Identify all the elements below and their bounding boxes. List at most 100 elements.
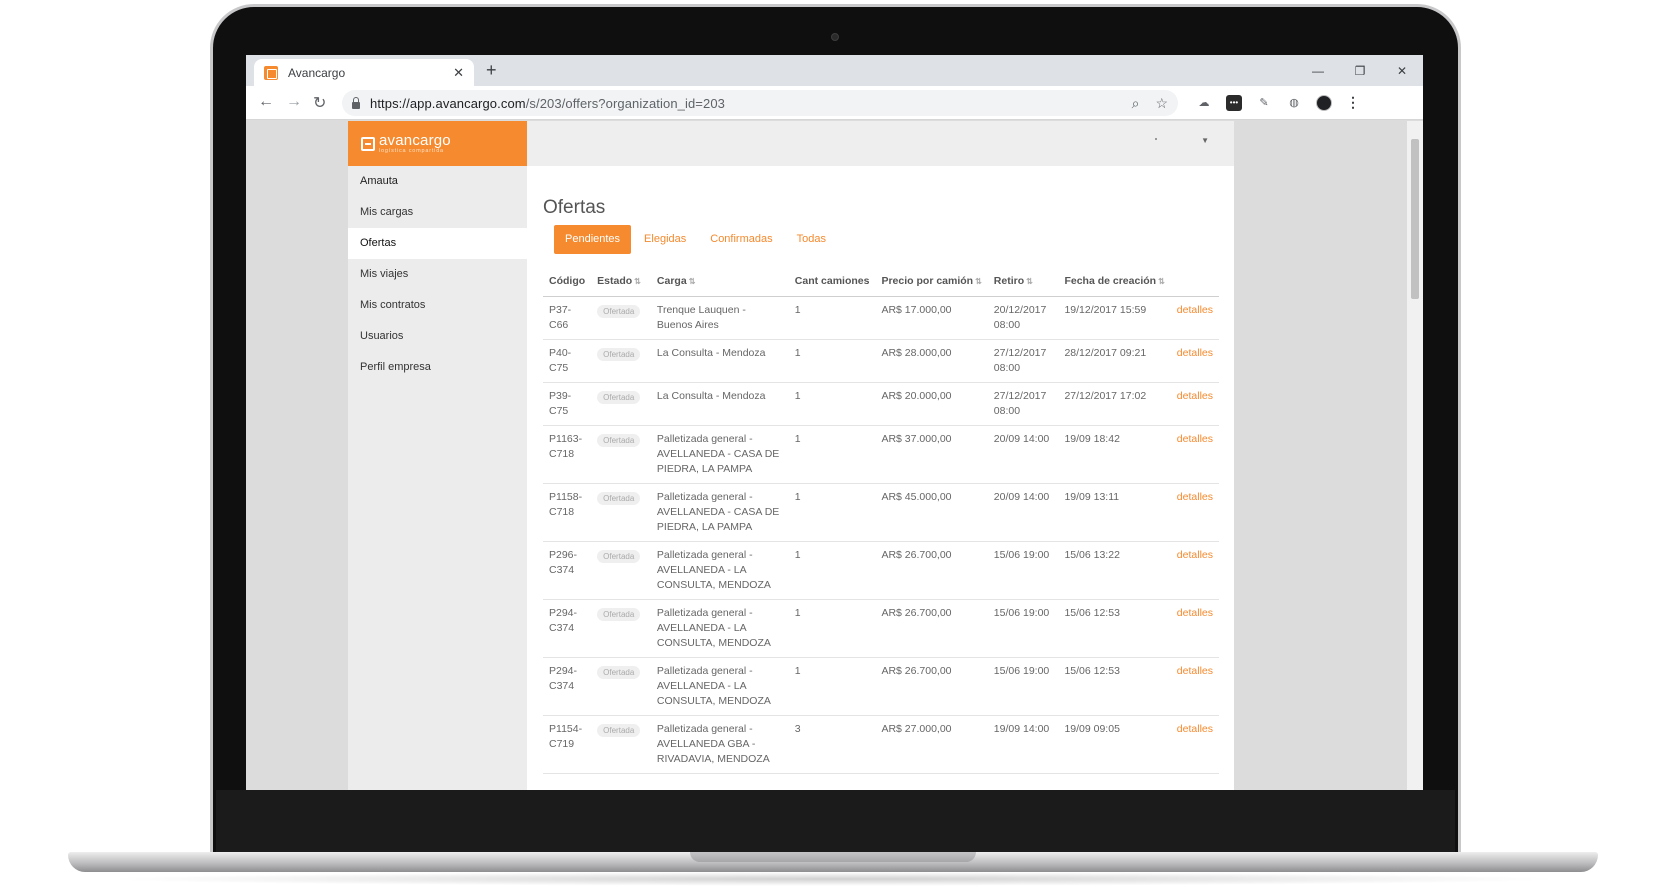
sort-icon[interactable]: ⇅: [689, 277, 696, 286]
detalles-link[interactable]: detalles: [1177, 304, 1213, 316]
sidebar-item-mis-contratos[interactable]: Mis contratos: [348, 290, 527, 321]
arrow-right-icon[interactable]: →: [286, 93, 302, 111]
cell-camiones: 1: [788, 425, 876, 484]
detalles-link[interactable]: detalles: [1177, 723, 1213, 735]
cell-estado: Ofertada: [591, 425, 651, 484]
terminal-extension-icon[interactable]: •••: [1226, 94, 1242, 111]
table-row: P37-C66 Ofertada Trenque Lauquen - Bueno…: [543, 296, 1219, 340]
laptop-chin: [216, 790, 1455, 852]
star-icon[interactable]: ☆: [1155, 95, 1168, 112]
detalles-link[interactable]: detalles: [1177, 607, 1213, 619]
cell-carga: Palletizada general - AVELLANEDA - LA CO…: [650, 657, 789, 716]
address-bar[interactable]: https://app.avancargo.com/s/203/offers?o…: [342, 90, 1178, 116]
logo-tagline: logística compartida: [379, 147, 444, 154]
cell-camiones: 1: [788, 382, 876, 426]
restore-icon[interactable]: ❐: [1339, 55, 1381, 86]
detalles-link[interactable]: detalles: [1177, 347, 1213, 359]
cell-precio: AR$ 45.000,00: [875, 483, 988, 542]
arrow-left-icon[interactable]: ←: [258, 93, 274, 111]
cell-actions: detalles: [1170, 599, 1219, 658]
cell-actions: detalles: [1170, 425, 1219, 484]
tab-pendientes[interactable]: Pendientes: [554, 225, 632, 254]
profile-avatar-icon[interactable]: [1316, 94, 1332, 111]
page-scrollbar[interactable]: [1407, 121, 1423, 790]
cell-camiones: 1: [788, 541, 876, 600]
table-row: P1154-C719 Ofertada Palletizada general …: [543, 715, 1219, 774]
cell-estado: Ofertada: [591, 657, 651, 716]
status-badge: Ofertada: [597, 665, 641, 679]
column-precio[interactable]: Precio por camión ⇅: [875, 267, 988, 297]
cell-carga: La Consulta - Mendoza: [650, 339, 789, 383]
plus-icon[interactable]: +: [486, 60, 497, 81]
sidebar-item-usuarios[interactable]: Usuarios: [348, 321, 527, 352]
column-fecha-creacion[interactable]: Fecha de creación ⇅: [1058, 267, 1171, 297]
cell-codigo: P37-C66: [543, 296, 592, 340]
status-badge: Ofertada: [597, 304, 641, 318]
cell-retiro: 15/06 19:00: [987, 599, 1059, 658]
detalles-link[interactable]: detalles: [1177, 491, 1213, 503]
sort-icon[interactable]: ⇅: [1026, 277, 1033, 286]
sort-icon[interactable]: ⇅: [1158, 277, 1165, 286]
avancargo-logo-icon: [361, 136, 375, 151]
cell-actions: detalles: [1170, 715, 1219, 774]
cell-codigo: P40-C75: [543, 339, 592, 383]
column-retiro[interactable]: Retiro ⇅: [987, 267, 1059, 297]
status-badge: Ofertada: [597, 549, 641, 563]
cell-codigo: P1163-C718: [543, 425, 592, 484]
status-badge: Ofertada: [597, 433, 641, 447]
detalles-link[interactable]: detalles: [1177, 390, 1213, 402]
detalles-link[interactable]: detalles: [1177, 549, 1213, 561]
cell-creacion: 15/06 12:53: [1058, 657, 1171, 716]
tab-confirmadas[interactable]: Confirmadas: [699, 225, 783, 254]
chevron-down-icon[interactable]: ▼: [1201, 136, 1209, 145]
reload-icon[interactable]: ↻: [313, 93, 326, 113]
cloud-extension-icon[interactable]: ☁: [1196, 95, 1212, 111]
browser-toolbar: ← → ↻ https://app.avancargo.com/s/203/of…: [246, 86, 1423, 120]
cell-precio: AR$ 28.000,00: [875, 339, 988, 383]
cell-actions: detalles: [1170, 382, 1219, 426]
detalles-link[interactable]: detalles: [1177, 433, 1213, 445]
close-icon[interactable]: ✕: [453, 65, 464, 81]
tab-todas[interactable]: Todas: [786, 225, 837, 254]
cell-creacion: 19/09 13:11: [1058, 483, 1171, 542]
cell-creacion: 19/09 09:05: [1058, 715, 1171, 774]
magnifier-icon[interactable]: ⌕: [1132, 95, 1140, 112]
table-row: P1163-C718 Ofertada Palletizada general …: [543, 425, 1219, 484]
column-estado[interactable]: Estado ⇅: [591, 267, 651, 297]
scrollbar-thumb[interactable]: [1411, 139, 1419, 299]
sort-icon[interactable]: ⇅: [975, 277, 982, 286]
tab-elegidas[interactable]: Elegidas: [633, 225, 697, 254]
sidebar-item-mis-viajes[interactable]: Mis viajes: [348, 259, 527, 290]
column-label: Precio por camión: [881, 275, 974, 288]
window-close-icon[interactable]: ✕: [1381, 55, 1423, 86]
browser-tab[interactable]: Avancargo ✕: [254, 59, 474, 86]
pen-extension-icon[interactable]: ✎: [1256, 95, 1272, 111]
minimize-icon[interactable]: —: [1297, 55, 1339, 86]
window-controls: — ❐ ✕: [1297, 55, 1423, 86]
cell-creacion: 27/12/2017 17:02: [1058, 382, 1171, 426]
cell-estado: Ofertada: [591, 599, 651, 658]
offers-table-body: P37-C66 Ofertada Trenque Lauquen - Bueno…: [543, 296, 1219, 774]
sidebar-user[interactable]: Amauta: [348, 166, 527, 197]
url-text[interactable]: https://app.avancargo.com/s/203/offers?o…: [370, 96, 1116, 111]
column-carga[interactable]: Carga ⇅: [650, 267, 789, 297]
cell-actions: detalles: [1170, 339, 1219, 383]
sort-icon[interactable]: ⇅: [634, 277, 641, 286]
sidebar-item-mis-cargas[interactable]: Mis cargas: [348, 197, 527, 228]
column-codigo: Código: [543, 267, 592, 297]
detalles-link[interactable]: detalles: [1177, 665, 1213, 677]
offer-filter-tabs: Pendientes Elegidas Confirmadas Todas: [554, 225, 839, 254]
cell-carga: Palletizada general - AVELLANEDA GBA - R…: [650, 715, 789, 774]
logo[interactable]: avancargo logística compartida: [348, 121, 527, 166]
shield-extension-icon[interactable]: ◍: [1286, 95, 1302, 111]
sidebar-item-ofertas[interactable]: Ofertas: [348, 228, 527, 259]
cell-creacion: 15/06 13:22: [1058, 541, 1171, 600]
status-badge: Ofertada: [597, 607, 641, 621]
more-vertical-icon[interactable]: ⋮: [1346, 94, 1360, 111]
cell-estado: Ofertada: [591, 483, 651, 542]
cell-retiro: 15/06 19:00: [987, 657, 1059, 716]
sidebar-item-perfil-empresa[interactable]: Perfil empresa: [348, 352, 527, 383]
laptop-notch: [690, 852, 976, 862]
tab-title: Avancargo: [288, 65, 346, 80]
cell-creacion: 28/12/2017 09:21: [1058, 339, 1171, 383]
